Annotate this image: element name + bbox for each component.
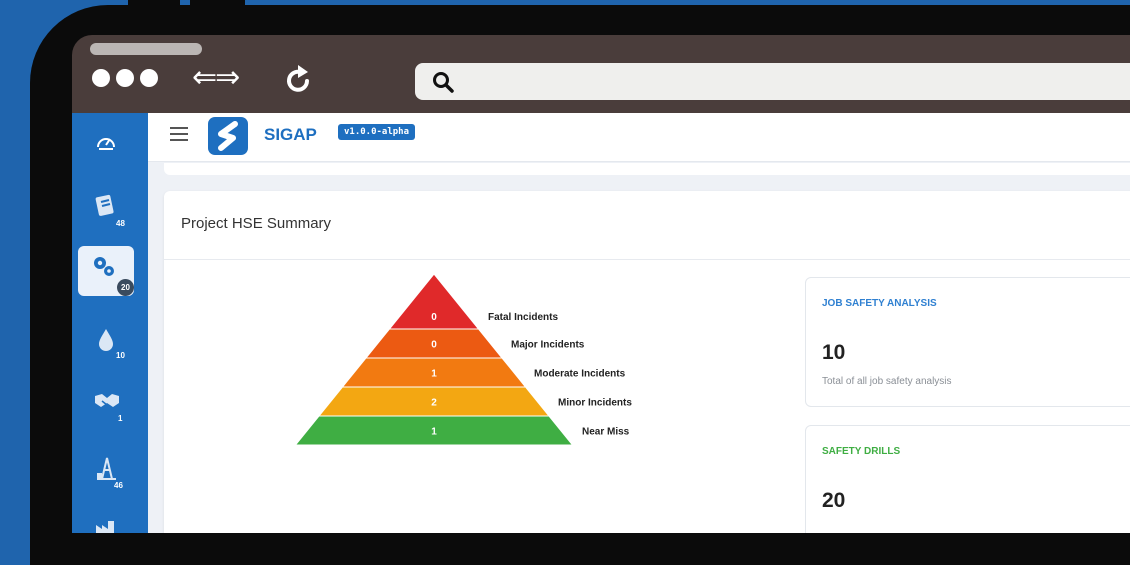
app-screen: 48 20 10 1 46 SIGAP v1.0.0-alpha Project… (72, 113, 1130, 533)
pyramid-layer-value: 2 (431, 398, 437, 409)
hse-summary-card: Project HSE Summary 0 Fatal Incidents 0 Maj… (164, 191, 1130, 533)
pyramid-layer-value: 0 (431, 312, 437, 323)
sidebar-item-facility[interactable] (72, 503, 148, 533)
sidebar-item-dashboard[interactable] (72, 118, 148, 174)
sidebar-badge: 20 (117, 279, 134, 296)
sidebar-item-environment[interactable]: 10 (72, 315, 148, 371)
window-dot-icon[interactable] (140, 69, 158, 87)
pyramid-layer-label: Moderate Incidents (534, 369, 626, 380)
version-badge: v1.0.0-alpha (338, 124, 416, 140)
water-drop-icon (99, 329, 113, 351)
app-name: SIGAP (264, 125, 317, 144)
sidebar-badge: 1 (118, 414, 123, 423)
hamburger-menu-icon[interactable] (170, 127, 188, 145)
stat-label: SAFETY DRILLS (822, 446, 901, 457)
nav-arrows: ⇐⇒ (192, 60, 240, 95)
pyramid-layer-label: Near Miss (582, 427, 630, 438)
stat-card-safety-drills[interactable]: SAFETY DRILLS 20 (805, 425, 1130, 533)
search-icon (433, 72, 454, 93)
card-divider (164, 259, 1130, 260)
window-grabber[interactable] (90, 43, 202, 55)
app-logo-icon (218, 121, 238, 151)
stat-label: JOB SAFETY ANALYSIS (822, 298, 937, 309)
window-controls (92, 69, 158, 87)
forward-arrow-icon[interactable]: ⇒ (215, 60, 240, 95)
pyramid-layer-value: 0 (431, 340, 437, 351)
reload-icon[interactable] (282, 63, 316, 97)
sidebar-badge: 48 (116, 219, 125, 228)
sidebar-badge: 46 (114, 481, 123, 490)
address-bar[interactable] (415, 63, 1130, 100)
pyramid-layer-value: 1 (431, 369, 437, 380)
stat-card-job-safety-analysis[interactable]: JOB SAFETY ANALYSIS 10 Total of all job … (805, 277, 1130, 407)
handshake-icon (95, 394, 119, 407)
pyramid-layer-label: Major Incidents (511, 340, 585, 351)
pyramid-layer-label: Minor Incidents (558, 398, 632, 409)
clipboard-list-icon (95, 194, 114, 216)
stat-value: 10 (822, 341, 846, 364)
oil-rig-icon (97, 457, 116, 480)
gears-icon (94, 257, 114, 276)
sidebar: 48 20 10 1 46 (72, 113, 148, 533)
sidebar-badge: 10 (116, 351, 125, 360)
stat-value: 20 (822, 489, 846, 512)
factory-icon (96, 521, 114, 533)
pyramid-layer-value: 1 (431, 427, 437, 438)
sidebar-item-reports[interactable]: 48 (72, 181, 148, 237)
stat-description: Total of all job safety analysis (822, 376, 952, 387)
browser-chrome: ⇐⇒ (72, 35, 1130, 113)
sidebar-item-partnership[interactable]: 1 (72, 378, 148, 434)
pyramid-layer-label: Fatal Incidents (488, 312, 558, 323)
top-bar: SIGAP v1.0.0-alpha (148, 113, 1130, 162)
app-logo[interactable] (208, 117, 248, 155)
incident-pyramid: 0 Fatal Incidents 0 Major Incidents 1 Moderat… (294, 273, 632, 446)
speedometer-icon (97, 138, 115, 150)
card-title: Project HSE Summary (181, 215, 332, 232)
window-dot-icon[interactable] (116, 69, 134, 87)
back-arrow-icon[interactable]: ⇐ (192, 60, 217, 95)
window-dot-icon[interactable] (92, 69, 110, 87)
sidebar-item-operations[interactable]: 20 (72, 245, 148, 301)
previous-card-edge (164, 163, 1130, 175)
sidebar-item-rig[interactable]: 46 (72, 443, 148, 499)
